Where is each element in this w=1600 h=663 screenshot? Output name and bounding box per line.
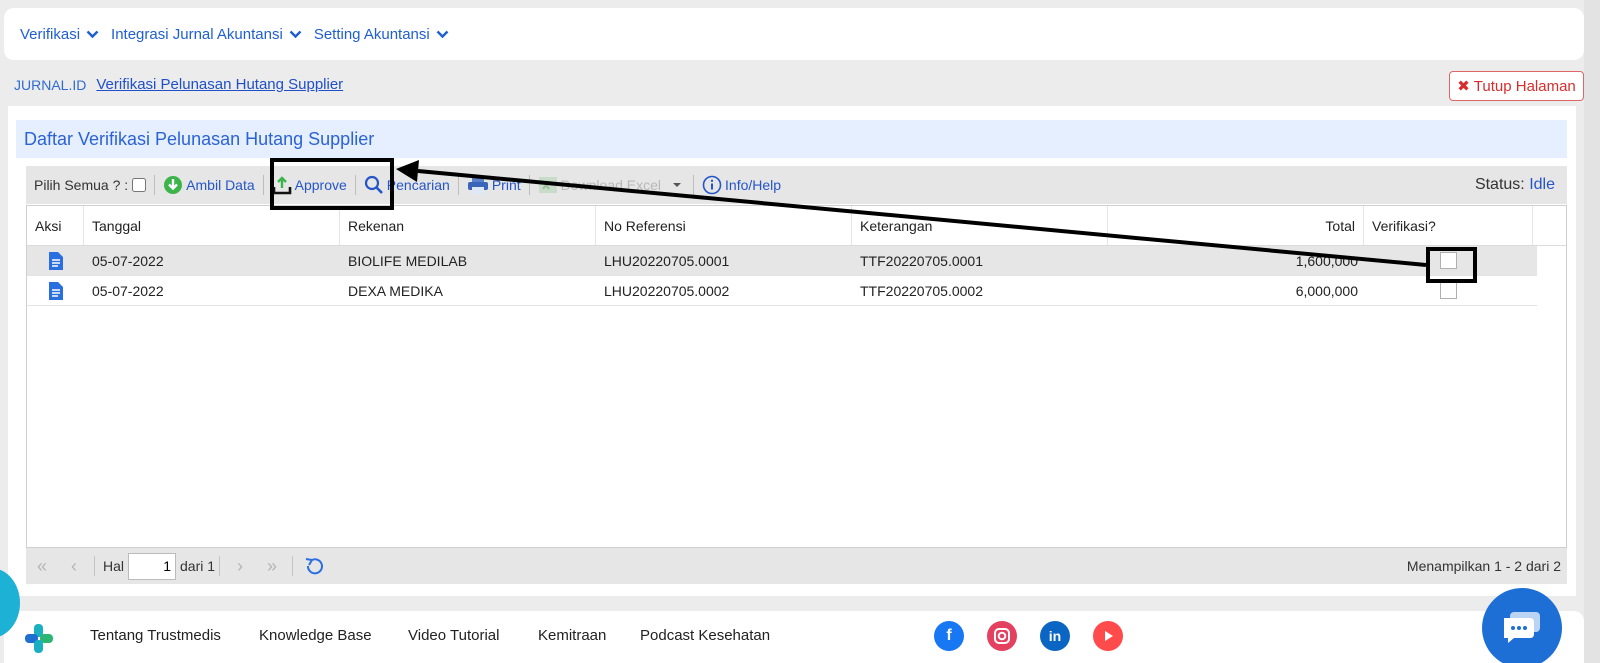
print-button[interactable]: Print <box>459 166 529 204</box>
ambil-data-button[interactable]: Ambil Data <box>155 166 262 204</box>
chevron-down-icon <box>289 30 302 38</box>
table-row[interactable]: 05-07-2022 DEXA MEDIKA LHU20220705.0002 … <box>27 276 1537 306</box>
printer-icon <box>467 177 488 194</box>
select-all: Pilih Semua ? : <box>26 166 154 204</box>
next-page-icon[interactable]: › <box>224 556 256 577</box>
page-number-input[interactable] <box>128 552 177 580</box>
nav-label: Setting Akuntansi <box>313 25 430 43</box>
cell-tanggal: 05-07-2022 <box>92 252 164 269</box>
nav-setting-akuntansi[interactable]: Setting Akuntansi <box>314 26 449 43</box>
chat-icon <box>1504 612 1540 643</box>
cell-rekenan: DEXA MEDIKA <box>348 282 443 299</box>
document-icon[interactable] <box>27 276 84 305</box>
cell-keterangan: TTF20220705.0002 <box>860 282 983 299</box>
close-page-button[interactable]: ✖ Tutup Halaman <box>1449 71 1584 101</box>
table-header: Aksi Tanggal Rekenan No Referensi Ketera… <box>27 206 1566 246</box>
approve-highlight-box <box>270 158 394 210</box>
document-icon[interactable] <box>27 246 84 275</box>
info-help-label: Info/Help <box>725 177 782 193</box>
nav-label: Verifikasi <box>20 25 81 43</box>
cell-rekenan: BIOLIFE MEDILAB <box>348 252 468 269</box>
select-all-label: Pilih Semua ? : <box>34 177 129 193</box>
divider <box>292 556 294 576</box>
footer-link-video-tutorial[interactable]: Video Tutorial <box>408 627 499 644</box>
ambil-data-label: Ambil Data <box>186 177 255 193</box>
toolbar: Pilih Semua ? : Ambil Data Approve Penca… <box>26 166 1567 204</box>
cell-no-referensi: LHU20220705.0002 <box>604 282 730 299</box>
breadcrumb-current[interactable]: Verifikasi Pelunasan Hutang Supplier <box>96 76 343 93</box>
cell-tanggal: 05-07-2022 <box>92 282 164 299</box>
pagination-bar: « ‹ Hal dari 1 › » Menampilkan 1 - 2 dar… <box>26 548 1567 584</box>
column-header-verifikasi[interactable]: Verifikasi? <box>1364 206 1533 245</box>
status-value: Idle <box>1529 176 1555 193</box>
select-all-checkbox[interactable] <box>132 178 147 192</box>
download-excel-label: Download Excel <box>560 177 662 193</box>
last-page-icon[interactable]: » <box>256 556 288 577</box>
cell-total: 6,000,000 <box>1295 282 1358 299</box>
nav-label: Integrasi Jurnal Akuntansi <box>111 25 283 43</box>
footer-link-kemitraan[interactable]: Kemitraan <box>538 627 606 644</box>
verify-checkbox[interactable] <box>1440 282 1457 299</box>
divider <box>94 556 95 576</box>
cell-no-referensi: LHU20220705.0001 <box>604 252 730 269</box>
trustmedis-logo-icon <box>25 624 53 653</box>
print-label: Print <box>491 177 521 193</box>
column-header-total[interactable]: Total <box>1108 206 1364 245</box>
breadcrumb-root[interactable]: JURNAL.ID <box>14 77 86 93</box>
panel-title: Daftar Verifikasi Pelunasan Hutang Suppl… <box>16 120 1567 158</box>
page-total-label: dari 1 <box>180 558 216 574</box>
info-help-button[interactable]: Info/Help <box>694 166 789 204</box>
chevron-down-icon <box>436 30 449 38</box>
status-indicator: Status: Idle <box>1475 176 1555 194</box>
page-scrollbar[interactable] <box>1584 0 1600 663</box>
close-page-label: Tutup Halaman <box>1473 77 1576 95</box>
download-excel-button[interactable]: Download Excel <box>530 166 693 204</box>
download-globe-icon <box>164 176 183 194</box>
column-header-aksi[interactable]: Aksi <box>27 206 84 245</box>
caret-down-icon <box>673 183 682 187</box>
main-panel: Daftar Verifikasi Pelunasan Hutang Suppl… <box>8 106 1576 596</box>
footer-link-tentang[interactable]: Tentang Trustmedis <box>90 627 221 644</box>
column-header-tanggal[interactable]: Tanggal <box>84 206 340 245</box>
breadcrumb: JURNAL.ID Verifikasi Pelunasan Hutang Su… <box>14 76 343 93</box>
instagram-icon[interactable] <box>987 621 1017 651</box>
footer-link-knowledge-base[interactable]: Knowledge Base <box>259 627 372 644</box>
chat-button[interactable] <box>1482 588 1562 663</box>
info-icon <box>702 175 722 195</box>
prev-page-icon[interactable]: ‹ <box>58 556 90 577</box>
table-row[interactable]: 05-07-2022 BIOLIFE MEDILAB LHU20220705.0… <box>27 246 1537 276</box>
facebook-icon[interactable]: f <box>934 621 964 651</box>
nav-integrasi-jurnal[interactable]: Integrasi Jurnal Akuntansi <box>111 26 302 43</box>
refresh-icon[interactable] <box>303 556 325 576</box>
pencarian-label: Pencarian <box>386 177 450 193</box>
page-info: Menampilkan 1 - 2 dari 2 <box>1406 558 1561 574</box>
footer-link-podcast[interactable]: Podcast Kesehatan <box>640 627 770 644</box>
close-icon: ✖ <box>1457 78 1470 95</box>
cell-keterangan: TTF20220705.0001 <box>860 252 983 269</box>
page-label: Hal <box>103 558 125 574</box>
cell-total: 1,600,000 <box>1295 252 1358 269</box>
column-header-rekenan[interactable]: Rekenan <box>340 206 596 245</box>
nav-verifikasi[interactable]: Verifikasi <box>20 26 99 43</box>
status-label: Status: <box>1474 176 1525 193</box>
divider <box>219 556 221 576</box>
column-header-no-referensi[interactable]: No Referensi <box>596 206 852 245</box>
youtube-icon[interactable] <box>1093 621 1123 651</box>
checkbox-highlight-box <box>1426 247 1477 283</box>
linkedin-icon[interactable]: in <box>1040 621 1070 651</box>
top-nav: Verifikasi Integrasi Jurnal Akuntansi Se… <box>4 8 1584 60</box>
column-header-keterangan[interactable]: Keterangan <box>852 206 1108 245</box>
first-page-icon[interactable]: « <box>26 556 58 577</box>
footer: Tentang Trustmedis Knowledge Base Video … <box>4 611 1584 663</box>
chevron-down-icon <box>86 30 99 38</box>
verification-table: Aksi Tanggal Rekenan No Referensi Ketera… <box>26 205 1567 548</box>
excel-icon <box>538 177 557 193</box>
